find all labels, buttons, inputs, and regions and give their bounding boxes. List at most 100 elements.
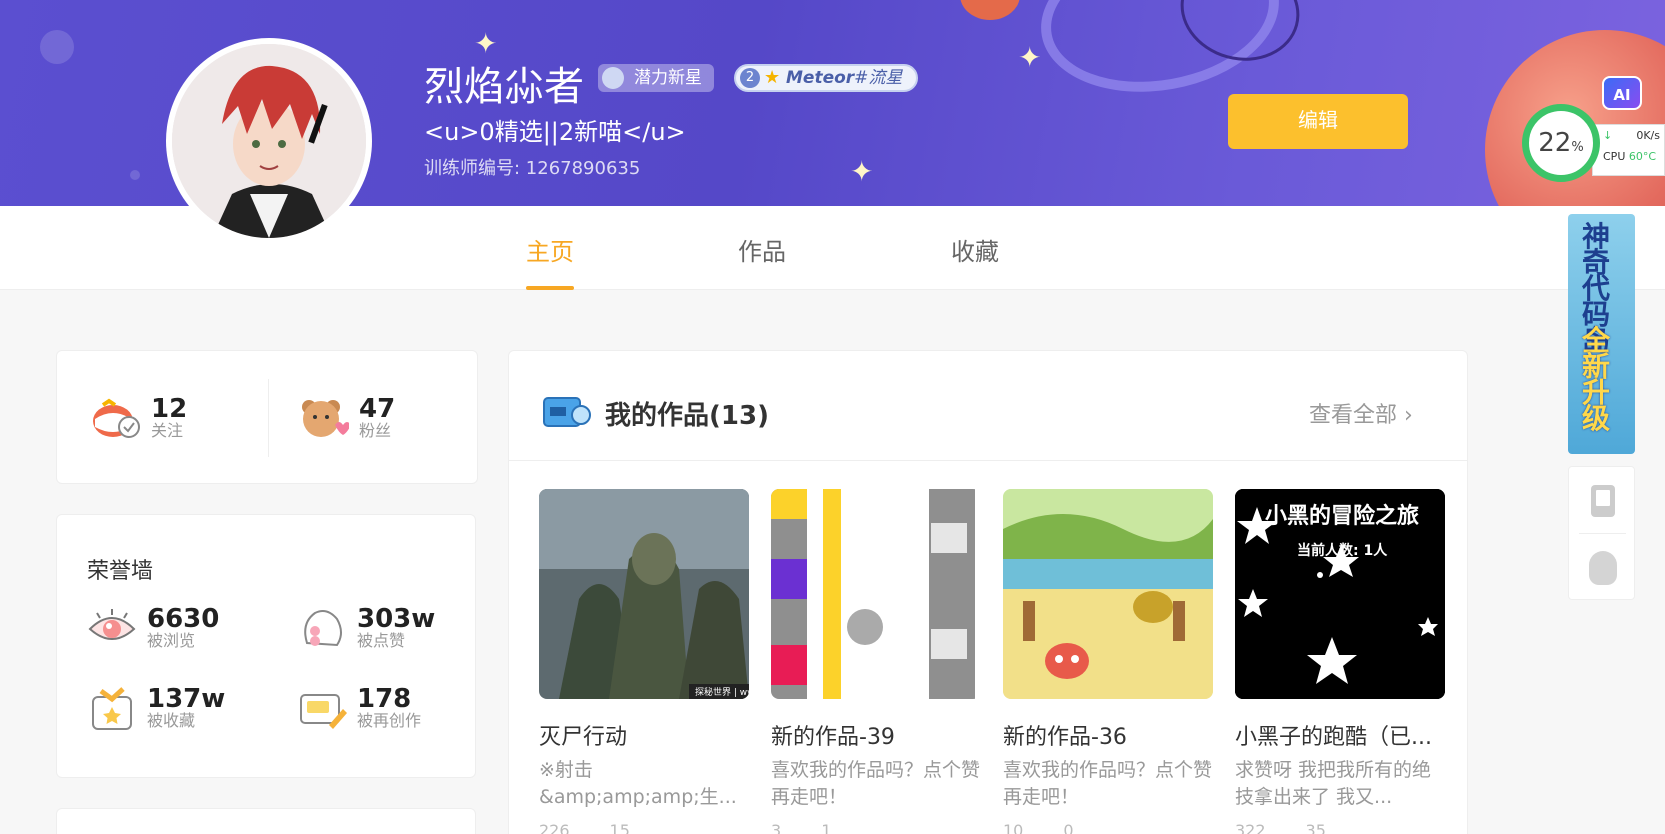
download-arrow-icon: ↓ <box>1603 129 1613 142</box>
cpu-percent: 22 <box>1538 128 1572 158</box>
honor-label: 被再创作 <box>357 711 422 730</box>
following-icon <box>91 393 141 443</box>
work-thumbnail[interactable]: 小黑的冒险之旅 当前人数: 1人 <box>1235 489 1445 699</box>
zombie-scene-image: 探秘世界 | www <box>539 489 749 699</box>
following-label: 关注 <box>151 421 184 440</box>
honor-value: 178 <box>357 684 412 714</box>
honor-wall-title: 荣誉墙 <box>87 559 154 584</box>
percent-sign: % <box>1571 139 1584 155</box>
profile-subtitle: <u>0精选||2新喵</u> <box>424 118 686 146</box>
meteor-label: Meteor <box>786 68 855 88</box>
honor-likes: 303w 被点赞 <box>297 603 435 653</box>
meteor-suffix: #流星 <box>854 68 903 88</box>
work-item[interactable]: 新的作品-39 喜欢我的作品吗？点个赞再走吧！ 31 <box>771 489 983 834</box>
forest-scene-image <box>1003 489 1213 699</box>
decor-dot <box>40 30 74 64</box>
side-toolbar <box>1568 466 1635 600</box>
favorite-box-icon <box>87 683 137 733</box>
work-title[interactable]: 小黑子的跑酷（已... <box>1235 719 1445 751</box>
cpu-monitor-widget[interactable]: ↓ 0K/s CPU 60°C 22% <box>1522 104 1665 188</box>
thumb-game-title: 小黑的冒险之旅 <box>1265 503 1419 529</box>
fans-stat[interactable]: 47 粉丝 <box>299 393 395 443</box>
divider <box>268 379 269 457</box>
paw-like-icon <box>297 603 347 653</box>
works-title: 我的作品(13) <box>605 401 769 431</box>
cpu-usage-ring: 22% <box>1522 104 1600 182</box>
tab-works[interactable]: 作品 <box>738 232 786 267</box>
works-icon <box>543 395 591 429</box>
tab-favorites[interactable]: 收藏 <box>951 232 999 267</box>
eye-icon <box>87 603 137 653</box>
work-thumbnail[interactable] <box>771 489 981 699</box>
decor-orb <box>960 0 1020 20</box>
follow-stats-card: 12 关注 47 粉丝 <box>56 350 478 484</box>
honor-remix: 178 被再创作 <box>297 683 421 733</box>
honor-wall-card: 荣誉墙 6630 被浏览 303w 被点赞 137w 被收藏 178 被再创作 <box>56 514 476 778</box>
cpu-label: CPU <box>1603 150 1626 163</box>
work-description: ※射击&amp;amp;amp;生... <box>539 759 737 808</box>
work-meta: 226 15 <box>539 821 751 834</box>
qq-icon[interactable] <box>1589 551 1617 585</box>
divider <box>1579 533 1626 534</box>
like-count: 35 <box>1305 821 1326 834</box>
active-tab-indicator <box>526 286 574 290</box>
chevron-right-icon: › <box>1404 403 1413 428</box>
work-meta: 10 0 <box>1003 821 1215 834</box>
star-icon: ✦ <box>1018 41 1042 74</box>
see-all-label: 查看全部 <box>1309 403 1398 428</box>
honor-favorites: 137w 被收藏 <box>87 683 225 733</box>
honor-label: 被收藏 <box>147 711 196 730</box>
view-count: 226 <box>539 821 570 834</box>
honor-value: 303w <box>357 604 436 634</box>
honor-views: 6630 被浏览 <box>87 603 219 653</box>
username: 烈焰尛者 <box>424 64 584 110</box>
following-count: 12 <box>151 394 188 424</box>
mobile-icon[interactable] <box>1591 485 1615 517</box>
edit-button[interactable]: 编辑 <box>1228 94 1408 149</box>
starfield-game-image: 小黑的冒险之旅 当前人数: 1人 <box>1235 489 1445 699</box>
star-icon: ★ <box>764 67 781 88</box>
avatar[interactable] <box>166 38 372 244</box>
cpu-temp: 60°C <box>1628 150 1657 163</box>
work-meta: 31 <box>771 821 983 834</box>
work-item[interactable]: 小黑的冒险之旅 当前人数: 1人 小黑子的跑酷（已... 求赞呀 我把我所有的绝… <box>1235 489 1447 834</box>
works-header: 我的作品(13) 查看全部 › <box>509 351 1467 461</box>
work-meta: 322 35 <box>1235 821 1447 834</box>
fans-count: 47 <box>359 394 396 424</box>
remix-pencil-icon <box>297 683 347 733</box>
tab-home[interactable]: 主页 <box>526 232 574 267</box>
watermark: 探秘世界 | www <box>695 686 749 698</box>
following-stat[interactable]: 12 关注 <box>91 393 187 443</box>
game-preview-image <box>771 489 975 699</box>
work-thumbnail[interactable]: 探秘世界 | www <box>539 489 749 699</box>
avatar-image <box>172 44 366 238</box>
view-count: 322 <box>1235 821 1266 834</box>
view-count: 10 <box>1003 821 1024 834</box>
fans-icon <box>299 393 351 443</box>
work-title[interactable]: 灭尸行动 <box>539 719 749 751</box>
work-description: 喜欢我的作品吗？点个赞再走吧！ <box>1003 759 1213 808</box>
honor-label: 被浏览 <box>147 631 196 650</box>
rank-badge[interactable]: 潜力新星 <box>598 64 714 92</box>
work-item[interactable]: 新的作品-36 喜欢我的作品吗？点个赞再走吧！ 10 0 <box>1003 489 1215 834</box>
level-number: 2 <box>740 68 760 88</box>
decor-dot <box>130 170 140 180</box>
fans-label: 粉丝 <box>359 421 392 440</box>
promo-side-banner[interactable]: 神奇代码岛 全新升级 <box>1568 214 1635 454</box>
honor-value: 137w <box>147 684 226 714</box>
see-all-link[interactable]: 查看全部 › <box>1309 397 1413 429</box>
like-count: 15 <box>609 821 630 834</box>
work-title[interactable]: 新的作品-39 <box>771 719 981 751</box>
net-speed: 0K/s <box>1636 129 1660 142</box>
work-title[interactable]: 新的作品-36 <box>1003 719 1213 751</box>
next-card <box>56 808 476 834</box>
honor-value: 6630 <box>147 604 220 634</box>
trainer-id: 训练师编号: 1267890635 <box>424 158 641 179</box>
like-count: 0 <box>1063 821 1074 834</box>
work-description: 求赞呀 我把我所有的绝技拿出来了 我又... <box>1235 759 1432 808</box>
meteor-badge[interactable]: 2 ★ Meteor#流星 <box>734 64 919 92</box>
promo-text-bottom: 全新升级 <box>1582 324 1611 435</box>
work-item[interactable]: 探秘世界 | www 灭尸行动 ※射击&amp;amp;amp;生... 226… <box>539 489 751 834</box>
my-works-card: 我的作品(13) 查看全部 › 探秘世界 | www 灭尸行动 ※射击&amp;… <box>508 350 1468 834</box>
work-thumbnail[interactable] <box>1003 489 1213 699</box>
